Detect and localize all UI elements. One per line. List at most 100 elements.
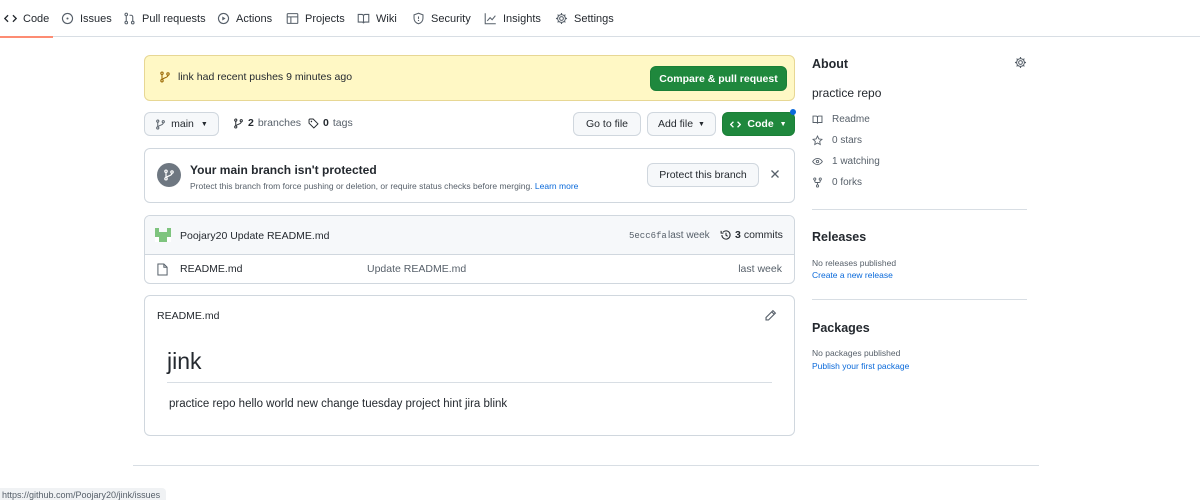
code-button-label: Code bbox=[747, 118, 774, 130]
tab-actions[interactable]: Actions bbox=[217, 0, 272, 37]
tab-projects[interactable]: Projects bbox=[286, 0, 345, 37]
stars-label: 0 stars bbox=[832, 135, 863, 146]
tab-label: Pull requests bbox=[142, 12, 206, 25]
tab-insights[interactable]: Insights bbox=[484, 0, 541, 37]
protect-branch-button[interactable]: Protect this branch bbox=[647, 163, 759, 187]
readme-link[interactable]: Readme bbox=[812, 114, 870, 125]
tab-label: Code bbox=[23, 12, 50, 25]
caret-down-icon: ▼ bbox=[779, 120, 787, 128]
eye-icon bbox=[812, 156, 823, 167]
protection-description: Protect this branch from force pushing o… bbox=[190, 181, 578, 191]
table-row[interactable]: README.md Update README.md last week bbox=[145, 255, 794, 283]
issue-icon bbox=[61, 12, 74, 25]
watching-label: 1 watching bbox=[832, 156, 880, 167]
watching-link[interactable]: 1 watching bbox=[812, 156, 880, 167]
repo-nav: Code Issues Pull requests Actions Projec… bbox=[0, 0, 1200, 38]
pushed-branch-name[interactable]: link bbox=[178, 71, 194, 83]
branches-label: branches bbox=[257, 117, 302, 129]
branch-bar: main ▼ 2 branches 0 tags Go to file Add … bbox=[144, 112, 795, 136]
commits-label: commits bbox=[743, 229, 783, 241]
tab-settings[interactable]: Settings bbox=[555, 0, 614, 37]
readme-panel: README.md jink practice repo hello world… bbox=[144, 295, 795, 436]
commit-sha[interactable]: 5ecc6fa bbox=[629, 231, 667, 241]
tab-code[interactable]: Code bbox=[0, 0, 54, 38]
learn-more-link[interactable]: Learn more bbox=[535, 181, 578, 191]
branch-icon bbox=[155, 118, 166, 130]
file-name[interactable]: README.md bbox=[180, 263, 242, 275]
file-icon bbox=[157, 263, 168, 276]
add-file-label: Add file bbox=[658, 118, 694, 130]
commit-author[interactable]: Poojary20 bbox=[180, 230, 227, 242]
forks-label: 0 forks bbox=[832, 177, 863, 188]
avatar[interactable] bbox=[155, 228, 171, 242]
branch-select-button[interactable]: main ▼ bbox=[144, 112, 219, 136]
file-browser: Poojary20 Update README.md 5ecc6fa last … bbox=[144, 215, 795, 284]
fork-icon bbox=[812, 177, 823, 188]
stars-link[interactable]: 0 stars bbox=[812, 135, 862, 146]
branch-icon bbox=[157, 163, 181, 187]
no-packages-text: No packages published bbox=[812, 348, 901, 358]
code-button[interactable]: Code ▼ bbox=[722, 112, 795, 136]
tags-label: tags bbox=[332, 117, 353, 129]
commits-link[interactable]: 3 commits bbox=[720, 229, 783, 241]
history-icon bbox=[720, 229, 732, 241]
releases-heading[interactable]: Releases bbox=[812, 230, 866, 244]
tab-issues[interactable]: Issues bbox=[61, 0, 112, 37]
caret-down-icon: ▼ bbox=[698, 120, 705, 128]
current-branch-label: main bbox=[171, 118, 194, 130]
readme-link-label: Readme bbox=[832, 114, 870, 125]
protection-description-text: Protect this branch from force pushing o… bbox=[190, 181, 533, 191]
pencil-icon[interactable] bbox=[764, 309, 777, 322]
readme-filename[interactable]: README.md bbox=[157, 310, 219, 322]
compare-pull-request-button[interactable]: Compare & pull request bbox=[650, 66, 787, 91]
tab-label: Projects bbox=[305, 12, 345, 25]
forks-link[interactable]: 0 forks bbox=[812, 177, 862, 188]
star-icon bbox=[812, 135, 823, 146]
about-heading: About bbox=[812, 57, 849, 71]
tab-label: Insights bbox=[503, 12, 541, 25]
play-icon bbox=[217, 12, 230, 25]
code-icon bbox=[730, 119, 742, 130]
branch-icon bbox=[159, 71, 171, 83]
shield-icon bbox=[412, 12, 425, 25]
no-releases-text: No releases published bbox=[812, 258, 897, 268]
tab-label: Wiki bbox=[376, 12, 397, 25]
repo-description: practice repo bbox=[812, 86, 882, 100]
file-commit-message[interactable]: Update README.md bbox=[367, 263, 466, 275]
commit-time: last week bbox=[668, 230, 710, 241]
gear-icon bbox=[555, 12, 568, 25]
caret-down-icon: ▼ bbox=[200, 120, 208, 128]
go-to-file-button[interactable]: Go to file bbox=[573, 112, 641, 136]
branches-count: 2 bbox=[248, 117, 254, 129]
create-release-link[interactable]: Create a new release bbox=[812, 270, 893, 280]
readme-heading: jink bbox=[167, 348, 772, 383]
sidebar-divider bbox=[812, 299, 1027, 300]
tab-label: Actions bbox=[236, 12, 273, 25]
table-icon bbox=[286, 12, 299, 25]
tab-wiki[interactable]: Wiki bbox=[357, 0, 397, 37]
publish-package-link[interactable]: Publish your first package bbox=[812, 361, 909, 371]
latest-commit-row: Poojary20 Update README.md 5ecc6fa last … bbox=[145, 216, 794, 255]
tab-pull-requests[interactable]: Pull requests bbox=[123, 0, 206, 37]
pull-request-icon bbox=[123, 12, 136, 25]
sidebar-divider bbox=[812, 209, 1027, 210]
tab-security[interactable]: Security bbox=[412, 0, 471, 37]
readme-body: practice repo hello world new change tue… bbox=[169, 398, 508, 410]
banner-message: had recent pushes 9 minutes ago bbox=[196, 71, 353, 83]
packages-heading[interactable]: Packages bbox=[812, 321, 870, 335]
branch-icon bbox=[233, 117, 244, 129]
commits-count: 3 bbox=[735, 229, 741, 241]
status-bar-url: https://github.com/Poojary20/jink/issues bbox=[0, 488, 167, 500]
gear-icon[interactable] bbox=[1014, 56, 1027, 69]
close-icon[interactable] bbox=[768, 167, 782, 181]
tab-label: Issues bbox=[80, 12, 112, 25]
branches-link[interactable]: 2 branches bbox=[233, 117, 301, 129]
tab-label: Security bbox=[431, 12, 471, 25]
protection-title: Your main branch isn't protected bbox=[190, 163, 377, 177]
footer-divider bbox=[133, 465, 1039, 466]
tags-link[interactable]: 0 tags bbox=[308, 117, 353, 129]
graph-icon bbox=[484, 12, 497, 25]
book-icon bbox=[357, 12, 370, 25]
commit-message[interactable]: Update README.md bbox=[230, 230, 329, 242]
add-file-button[interactable]: Add file ▼ bbox=[647, 112, 716, 136]
